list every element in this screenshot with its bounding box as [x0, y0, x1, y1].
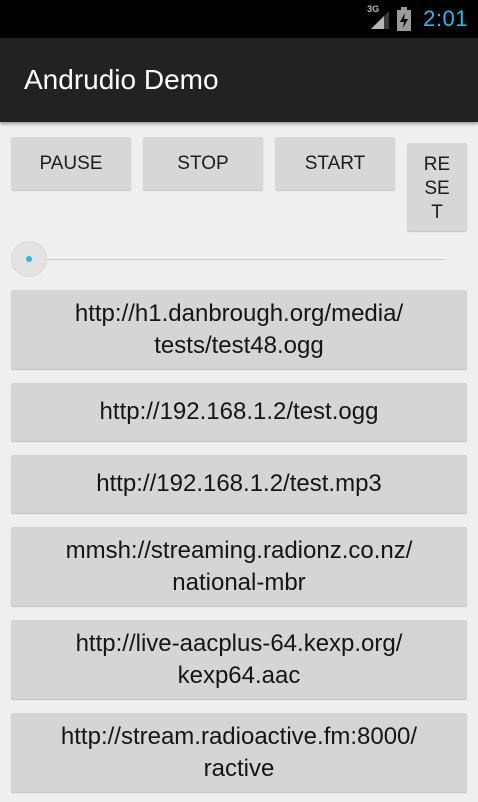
pause-button[interactable]: PAUSE — [11, 137, 131, 190]
start-button[interactable]: START — [275, 137, 395, 190]
stream-url-line-1: http://h1.danbrough.org/media/ — [74, 299, 404, 327]
stream-button-1[interactable]: http://h1.danbrough.org/media/ tests/tes… — [11, 290, 467, 369]
stream-button-4[interactable]: mmsh://streaming.radionz.co.nz/ national… — [11, 527, 467, 606]
stream-url-line-1: mmsh://streaming.radionz.co.nz/ — [65, 536, 413, 564]
seekbar-track[interactable] — [30, 259, 446, 260]
stop-button[interactable]: STOP — [143, 137, 263, 190]
stream-button-5[interactable]: http://live-aacplus-64.kexp.org/ kexp64.… — [11, 620, 467, 699]
reset-button-label-line-1: RE — [423, 154, 451, 175]
seekbar-thumb-dot — [26, 256, 32, 262]
seekbar-thumb[interactable] — [11, 241, 47, 277]
stream-url-line-1: http://stream.radioactive.fm:8000/ — [60, 722, 418, 750]
reset-button-label-line-3: T — [431, 202, 443, 223]
stream-url-line-1: http://192.168.1.2/test.mp3 — [96, 470, 382, 497]
stream-button-6[interactable]: http://stream.radioactive.fm:8000/ racti… — [11, 713, 467, 792]
reset-button[interactable]: RE SE T — [407, 143, 467, 231]
status-icons: 3G 2:01 — [367, 4, 468, 32]
battery-charging-icon — [397, 7, 412, 31]
stream-url-line-2: tests/test48.ogg — [154, 331, 324, 359]
stream-url-line-1: http://192.168.1.2/test.ogg — [99, 398, 379, 425]
status-clock: 2:01 — [423, 6, 468, 31]
status-bar: 3G 2:01 — [0, 0, 478, 38]
reset-button-label-line-2: SE — [424, 178, 450, 199]
signal-icon: 3G — [367, 4, 391, 31]
action-bar: Andrudio Demo — [0, 38, 478, 122]
stream-button-2[interactable]: http://192.168.1.2/test.ogg — [11, 383, 467, 441]
app-title: Andrudio Demo — [24, 64, 219, 95]
stop-button-label: STOP — [177, 153, 229, 174]
pause-button-label: PAUSE — [39, 153, 103, 174]
stream-url-line-2: ractive — [203, 754, 275, 782]
stream-url-line-1: http://live-aacplus-64.kexp.org/ — [75, 629, 403, 657]
start-button-label: START — [304, 153, 366, 174]
stream-url-line-2: kexp64.aac — [177, 661, 301, 689]
stream-url-line-2: national-mbr — [172, 568, 306, 596]
stream-button-3[interactable]: http://192.168.1.2/test.mp3 — [11, 455, 467, 513]
